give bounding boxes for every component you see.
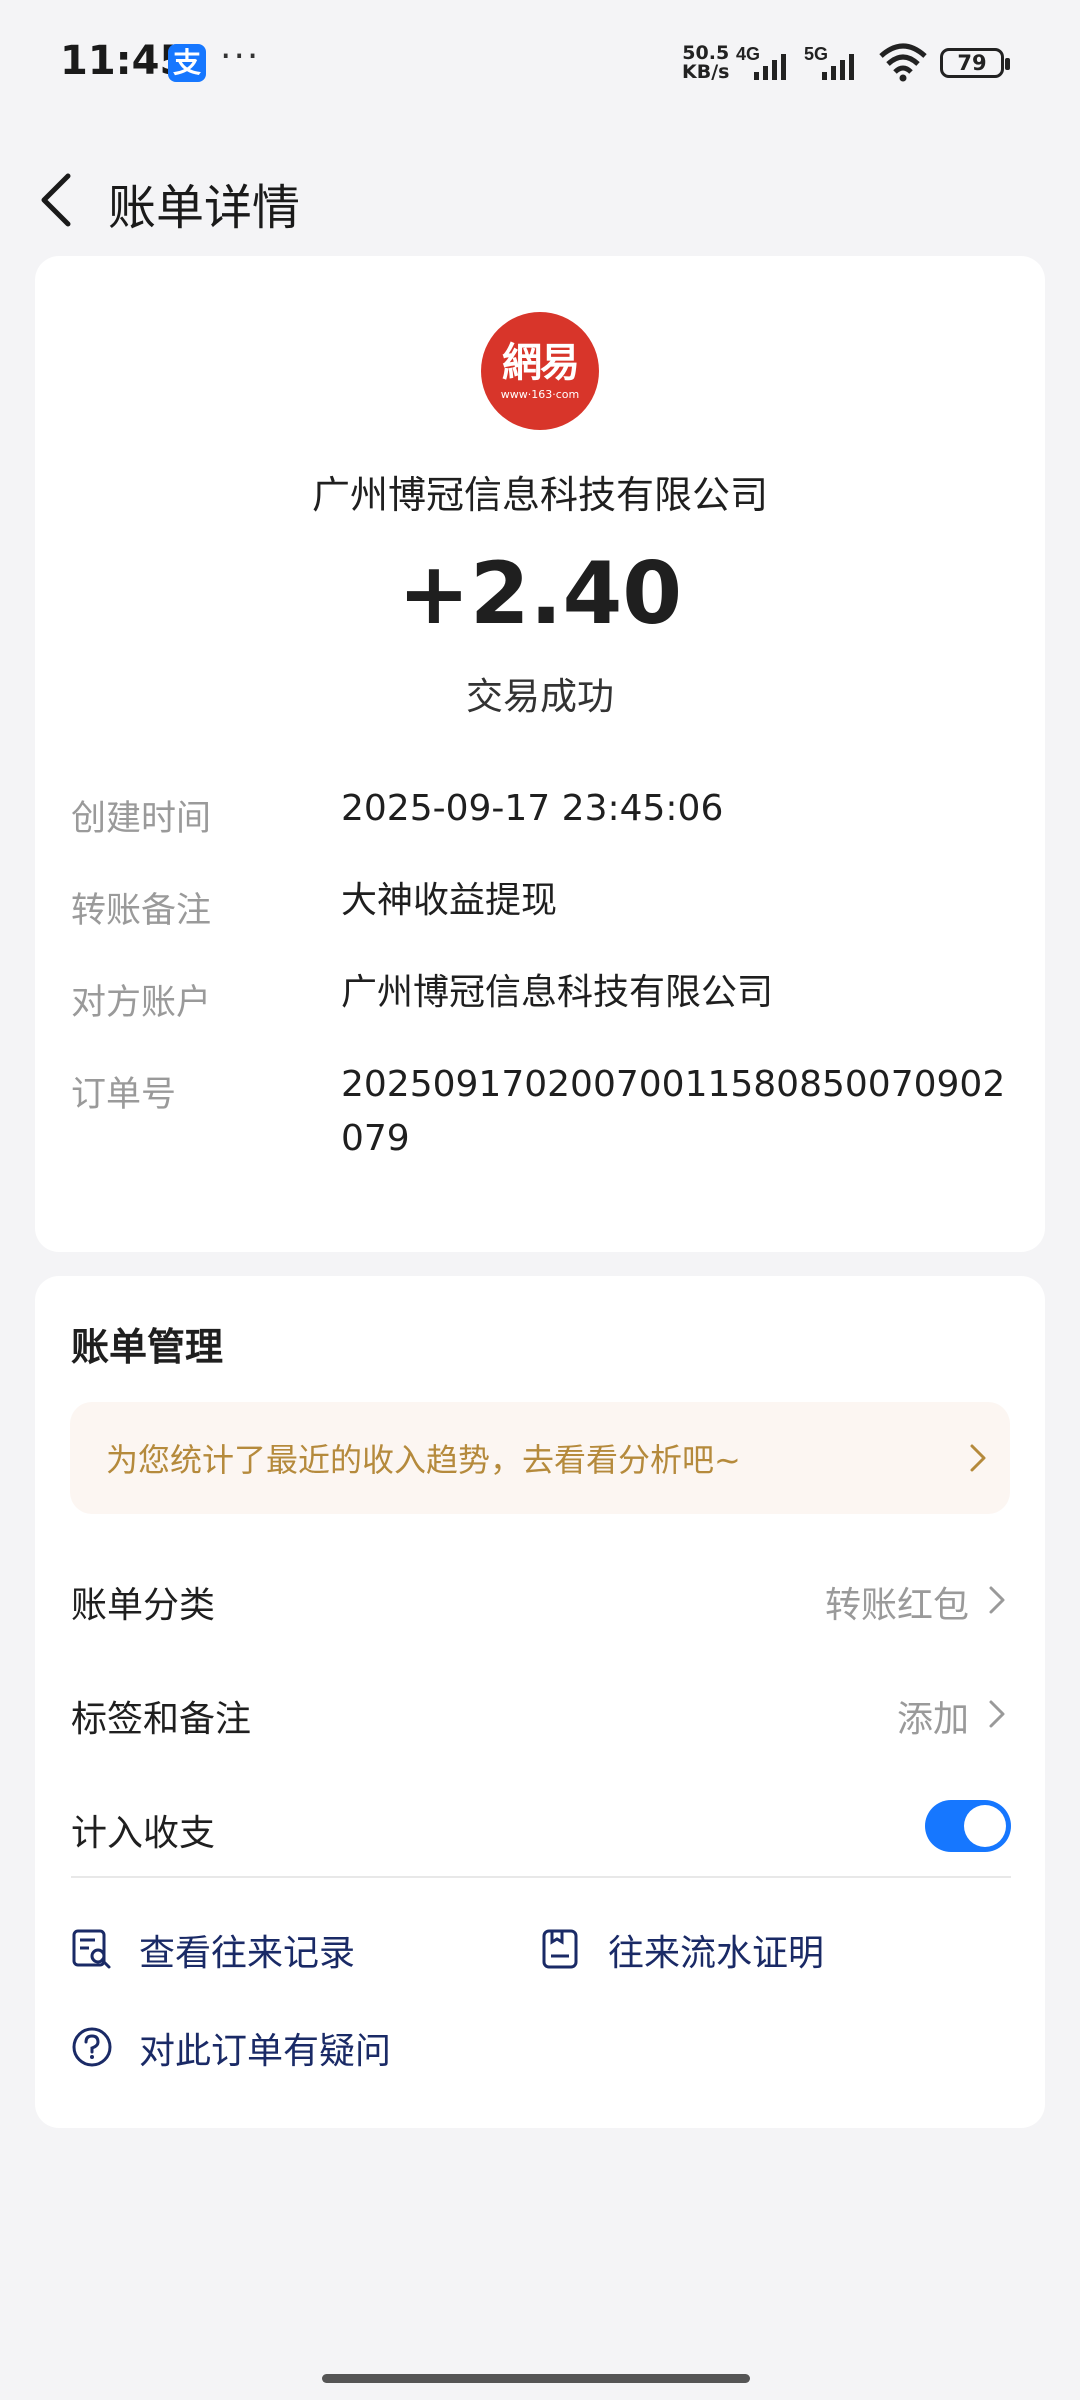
detail-value: 大神收益提现 — [341, 880, 558, 921]
merchant-logo: 網易 www·163·com — [481, 312, 599, 430]
detail-value: 2025-09-17 23:45:06 — [341, 788, 724, 829]
signal-4g-icon: 4G — [736, 44, 786, 80]
more-notifications-icon: ··· — [220, 36, 261, 77]
alipay-notification-icon: 支 — [168, 44, 206, 82]
action-label: 对此订单有疑问 — [139, 2031, 392, 2072]
logo-subtext: www·163·com — [500, 388, 580, 401]
detail-label: 对方账户 — [71, 983, 212, 1023]
logo-text: 網易 — [502, 339, 580, 386]
detail-label: 创建时间 — [71, 799, 212, 839]
battery-icon: 79 — [940, 48, 1010, 78]
row-label: 账单分类 — [71, 1585, 216, 1626]
banner-text: 为您统计了最近的收入趋势，去看看分析吧~ — [106, 1441, 741, 1479]
detail-value: 广州博冠信息科技有限公司 — [341, 972, 774, 1013]
row-value: 添加 — [896, 1699, 969, 1740]
detail-label: 订单号 — [71, 1075, 177, 1115]
status-bar: 11:45 支 ··· 50.5 KB/s 4G 5G 79 — [0, 0, 1080, 130]
toggle-knob — [964, 1805, 1006, 1847]
network-speed: 50.5 KB/s — [682, 42, 730, 83]
include-in-stats-row: 计入收支 — [71, 1788, 1011, 1868]
statement-proof-link[interactable]: 往来流水证明 — [540, 1920, 940, 1980]
header: 账单详情 — [0, 130, 1080, 270]
question-icon — [72, 2027, 112, 2067]
detail-value[interactable]: 20250917020070011580850070902079 — [341, 1058, 1011, 1166]
row-value: 转账红包 — [824, 1585, 969, 1626]
transaction-status: 交易成功 — [466, 675, 614, 718]
home-indicator[interactable] — [322, 2374, 750, 2383]
include-in-stats-toggle[interactable] — [925, 1800, 1011, 1852]
chevron-right-icon — [989, 1700, 1005, 1728]
sim1-label: 4G — [736, 44, 760, 64]
order-question-link[interactable]: 对此订单有疑问 — [71, 2018, 491, 2078]
bill-summary-card: 網易 www·163·com 广州博冠信息科技有限公司 +2.40 交易成功 创… — [35, 256, 1045, 1252]
income-trend-banner[interactable]: 为您统计了最近的收入趋势，去看看分析吧~ — [70, 1402, 1010, 1514]
merchant-name: 广州博冠信息科技有限公司 — [311, 473, 768, 517]
bill-category-row[interactable]: 账单分类 转账红包 — [71, 1560, 1011, 1640]
detail-label: 转账备注 — [71, 891, 212, 931]
records-search-icon — [72, 1929, 111, 1969]
action-label: 往来流水证明 — [608, 1933, 825, 1974]
sim2-label: 5G — [804, 44, 828, 64]
transaction-amount: +2.40 — [397, 544, 683, 644]
wifi-icon — [879, 43, 927, 82]
section-title: 账单管理 — [71, 1325, 224, 1369]
chevron-right-icon — [989, 1586, 1005, 1614]
page-title: 账单详情 — [108, 180, 301, 236]
signal-5g-icon: 5G — [804, 44, 854, 80]
bill-management-card: 账单管理 为您统计了最近的收入趋势，去看看分析吧~ 账单分类 转账红包 标签和备… — [35, 1276, 1045, 2128]
view-records-link[interactable]: 查看往来记录 — [71, 1920, 471, 1980]
row-label: 计入收支 — [71, 1813, 216, 1854]
statement-proof-icon — [542, 1929, 578, 1969]
chevron-right-icon — [970, 1444, 986, 1472]
action-label: 查看往来记录 — [139, 1933, 356, 1974]
back-arrow-icon[interactable] — [30, 160, 90, 240]
row-label: 标签和备注 — [71, 1699, 252, 1740]
tags-notes-row[interactable]: 标签和备注 添加 — [71, 1674, 1011, 1754]
divider — [71, 1876, 1011, 1878]
